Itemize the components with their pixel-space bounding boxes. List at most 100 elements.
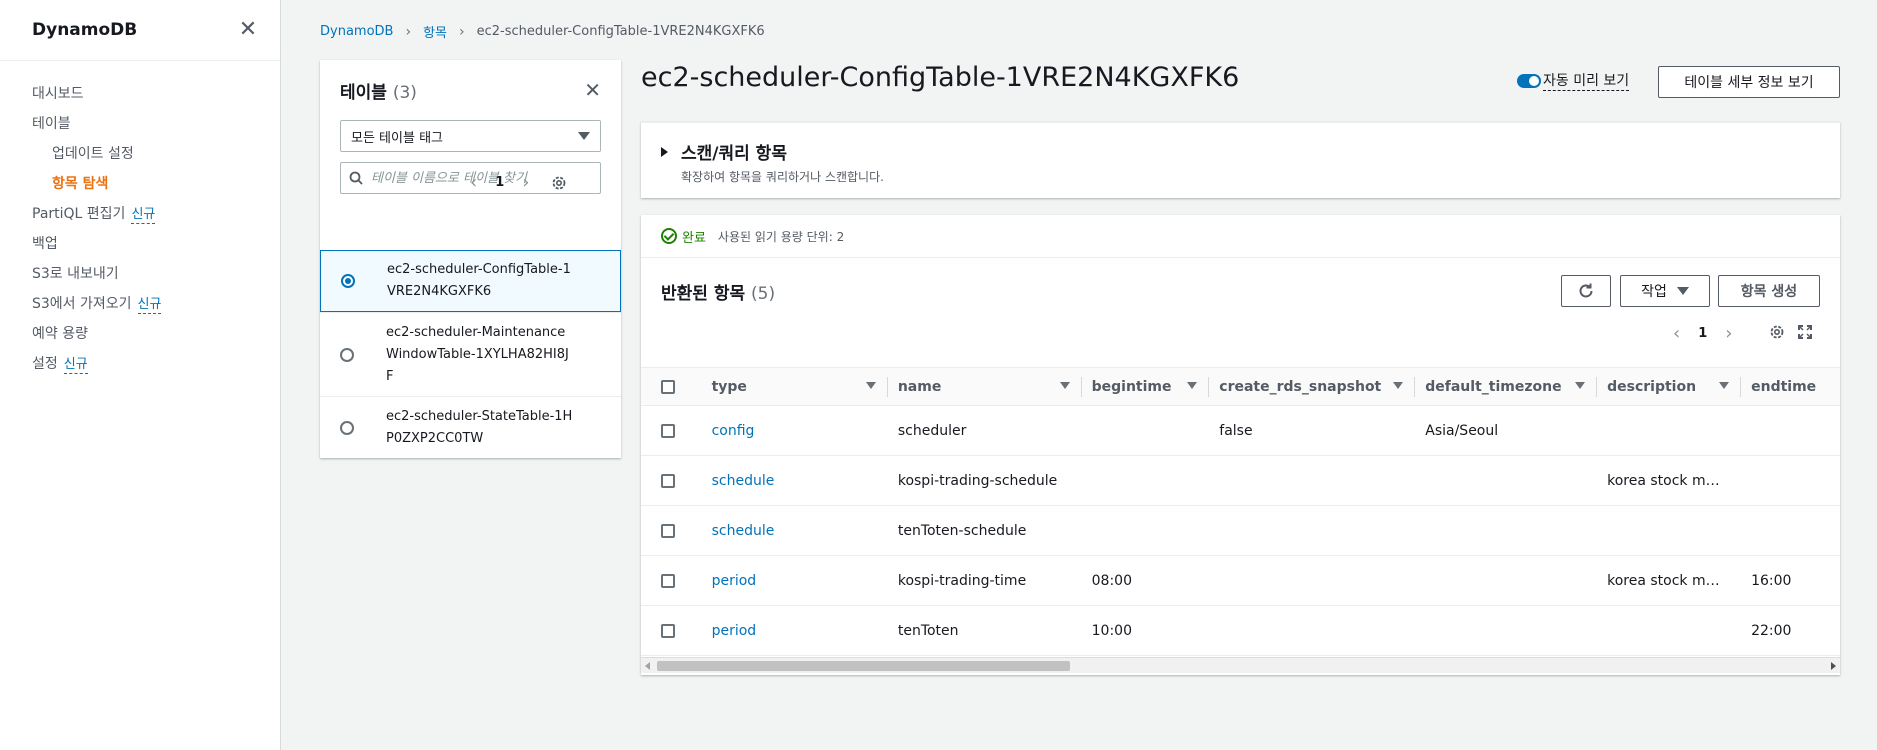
cell-description: [1597, 505, 1742, 556]
cell-name: tenToten-schedule: [887, 505, 1082, 556]
sort-icon[interactable]: [1719, 382, 1730, 389]
sidebar-item-backups[interactable]: 백업: [0, 229, 280, 259]
table-tag-select[interactable]: 모든 테이블 태그: [340, 120, 601, 152]
radio[interactable]: [340, 420, 354, 435]
row-checkbox[interactable]: [661, 423, 675, 438]
actions-button[interactable]: 작업: [1620, 275, 1710, 307]
fullscreen-icon[interactable]: [1797, 324, 1813, 340]
row-checkbox[interactable]: [661, 473, 675, 488]
gear-icon[interactable]: [1769, 324, 1785, 340]
page-number[interactable]: 1: [1698, 326, 1707, 341]
table-row[interactable]: schedule tenToten-schedule: [641, 505, 1840, 556]
refresh-button[interactable]: [1561, 275, 1611, 307]
results-count: (5): [751, 284, 776, 304]
table-row[interactable]: period kospi-trading-time 08:00 korea stock…: [641, 555, 1840, 606]
radio[interactable]: [340, 347, 354, 362]
sort-icon[interactable]: [1059, 382, 1070, 389]
actions-label: 작업: [1641, 284, 1667, 300]
sidebar-item-explore-items[interactable]: 항목 탐색: [0, 169, 280, 199]
table-row[interactable]: period tenToten 10:00 22:00: [641, 605, 1840, 656]
sidebar-header: DynamoDB ✕: [0, 0, 280, 61]
sidebar-nav: 대시보드 테이블 업데이트 설정 항목 탐색 PartiQL 편집기 신규 백업 …: [0, 61, 280, 379]
sort-icon[interactable]: [865, 382, 876, 389]
sidebar-item-import-s3[interactable]: S3에서 가져오기 신규: [0, 289, 280, 319]
table-row[interactable]: ec2-scheduler-MaintenanceWindowTable-1XY…: [320, 312, 621, 396]
sidebar: DynamoDB ✕ 대시보드 테이블 업데이트 설정 항목 탐색 PartiQ…: [0, 0, 281, 750]
table-name: ec2-scheduler-ConfigTable-1VRE2N4KGXFK6: [387, 262, 571, 299]
sidebar-item-settings[interactable]: 설정 신규: [0, 349, 280, 379]
column-header-endtime[interactable]: endtime: [1741, 367, 1840, 406]
breadcrumb-items[interactable]: 항목: [423, 22, 447, 41]
column-header-description[interactable]: description: [1597, 367, 1742, 406]
cell-endtime: [1741, 405, 1840, 456]
cell-name: kospi-trading-time: [887, 555, 1082, 606]
scrollbar-thumb[interactable]: [657, 661, 1070, 671]
chevron-left-icon[interactable]: ‹: [470, 172, 477, 193]
sidebar-item-label: PartiQL 편집기: [32, 206, 126, 222]
cell-type[interactable]: period: [701, 605, 888, 656]
page-title: ec2-scheduler-ConfigTable-1VRE2N4KGXFK6: [641, 62, 1240, 93]
cell-create-rds-snapshot: false: [1209, 405, 1416, 456]
sidebar-item-label: 업데이트 설정: [52, 146, 134, 162]
new-badge: 신규: [137, 297, 162, 314]
chevron-right-icon[interactable]: ›: [522, 172, 529, 193]
radio-selected[interactable]: [341, 274, 355, 288]
sidebar-item-label: S3에서 가져오기: [32, 296, 132, 312]
chevron-right-icon[interactable]: ›: [1725, 323, 1732, 344]
sidebar-item-reserved-capacity[interactable]: 예약 용량: [0, 319, 280, 349]
tables-pager: ‹ 1 ›: [470, 172, 567, 193]
view-table-details-button[interactable]: 테이블 세부 정보 보기: [1658, 66, 1840, 98]
create-item-button[interactable]: 항목 생성: [1718, 275, 1820, 307]
scroll-left-arrow[interactable]: [645, 662, 650, 670]
horizontal-scrollbar[interactable]: [641, 657, 1840, 673]
sidebar-item-partiql[interactable]: PartiQL 편집기 신규: [0, 199, 280, 229]
table-row[interactable]: schedule kospi-trading-schedule korea stoc…: [641, 455, 1840, 506]
toggle-switch[interactable]: [1517, 73, 1541, 88]
column-header-begintime[interactable]: begintime: [1081, 367, 1210, 406]
cell-type[interactable]: schedule: [701, 455, 888, 506]
sort-icon[interactable]: [1187, 382, 1198, 389]
cell-type[interactable]: period: [701, 555, 888, 606]
sidebar-item-update-settings[interactable]: 업데이트 설정: [0, 139, 280, 169]
sidebar-item-label: 백업: [32, 236, 58, 252]
page-number[interactable]: 1: [495, 175, 504, 190]
gear-icon[interactable]: [551, 175, 567, 191]
table-row[interactable]: ec2-scheduler-StateTable-1HP0ZXP2CC0TW: [320, 396, 621, 458]
table-row[interactable]: config scheduler false Asia/Seoul: [641, 405, 1840, 456]
scan-query-header[interactable]: 스캔/쿼리 항목: [661, 139, 787, 164]
column-header-name[interactable]: name: [887, 367, 1082, 406]
cell-type[interactable]: schedule: [701, 505, 888, 556]
breadcrumb-dynamodb[interactable]: DynamoDB: [320, 24, 393, 39]
new-badge: 신규: [63, 357, 88, 374]
select-all-checkbox[interactable]: [661, 379, 675, 394]
cell-default-timezone: [1415, 455, 1598, 506]
column-header-create-rds-snapshot[interactable]: create_rds_snapshot: [1209, 367, 1416, 406]
scan-query-panel[interactable]: 스캔/쿼리 항목 확장하여 항목을 쿼리하거나 스캔합니다.: [641, 122, 1840, 198]
column-label: endtime: [1751, 378, 1817, 395]
cell-description: [1597, 605, 1742, 656]
sidebar-item-tables[interactable]: 테이블: [0, 109, 280, 139]
table-name: ec2-scheduler-MaintenanceWindowTable-1XY…: [386, 324, 569, 384]
scroll-right-arrow[interactable]: [1831, 662, 1836, 670]
column-header-type[interactable]: type: [701, 367, 888, 406]
status-bar: 완료 사용된 읽기 용량 단위: 2: [641, 215, 1840, 258]
auto-preview-toggle[interactable]: 자동 미리 보기: [1517, 70, 1630, 91]
row-select-cell: [641, 405, 702, 456]
cell-endtime: 22:00: [1741, 605, 1840, 656]
cell-type[interactable]: config: [701, 405, 888, 456]
row-checkbox[interactable]: [661, 623, 675, 638]
sort-icon[interactable]: [1393, 382, 1404, 389]
column-header-default-timezone[interactable]: default_timezone: [1415, 367, 1598, 406]
row-checkbox[interactable]: [661, 573, 675, 588]
row-checkbox[interactable]: [661, 523, 675, 538]
chevron-left-icon[interactable]: ‹: [1673, 323, 1680, 344]
column-label: name: [897, 378, 942, 395]
cell-create-rds-snapshot: [1209, 455, 1416, 506]
close-icon[interactable]: ✕: [238, 19, 258, 41]
sidebar-item-export-s3[interactable]: S3로 내보내기: [0, 259, 280, 289]
table-row[interactable]: ec2-scheduler-ConfigTable-1VRE2N4KGXFK6: [320, 250, 621, 312]
cell-begintime: 10:00: [1081, 605, 1210, 656]
sidebar-item-dashboard[interactable]: 대시보드: [0, 79, 280, 109]
sort-icon[interactable]: [1575, 382, 1586, 389]
close-icon[interactable]: ✕: [584, 78, 601, 102]
